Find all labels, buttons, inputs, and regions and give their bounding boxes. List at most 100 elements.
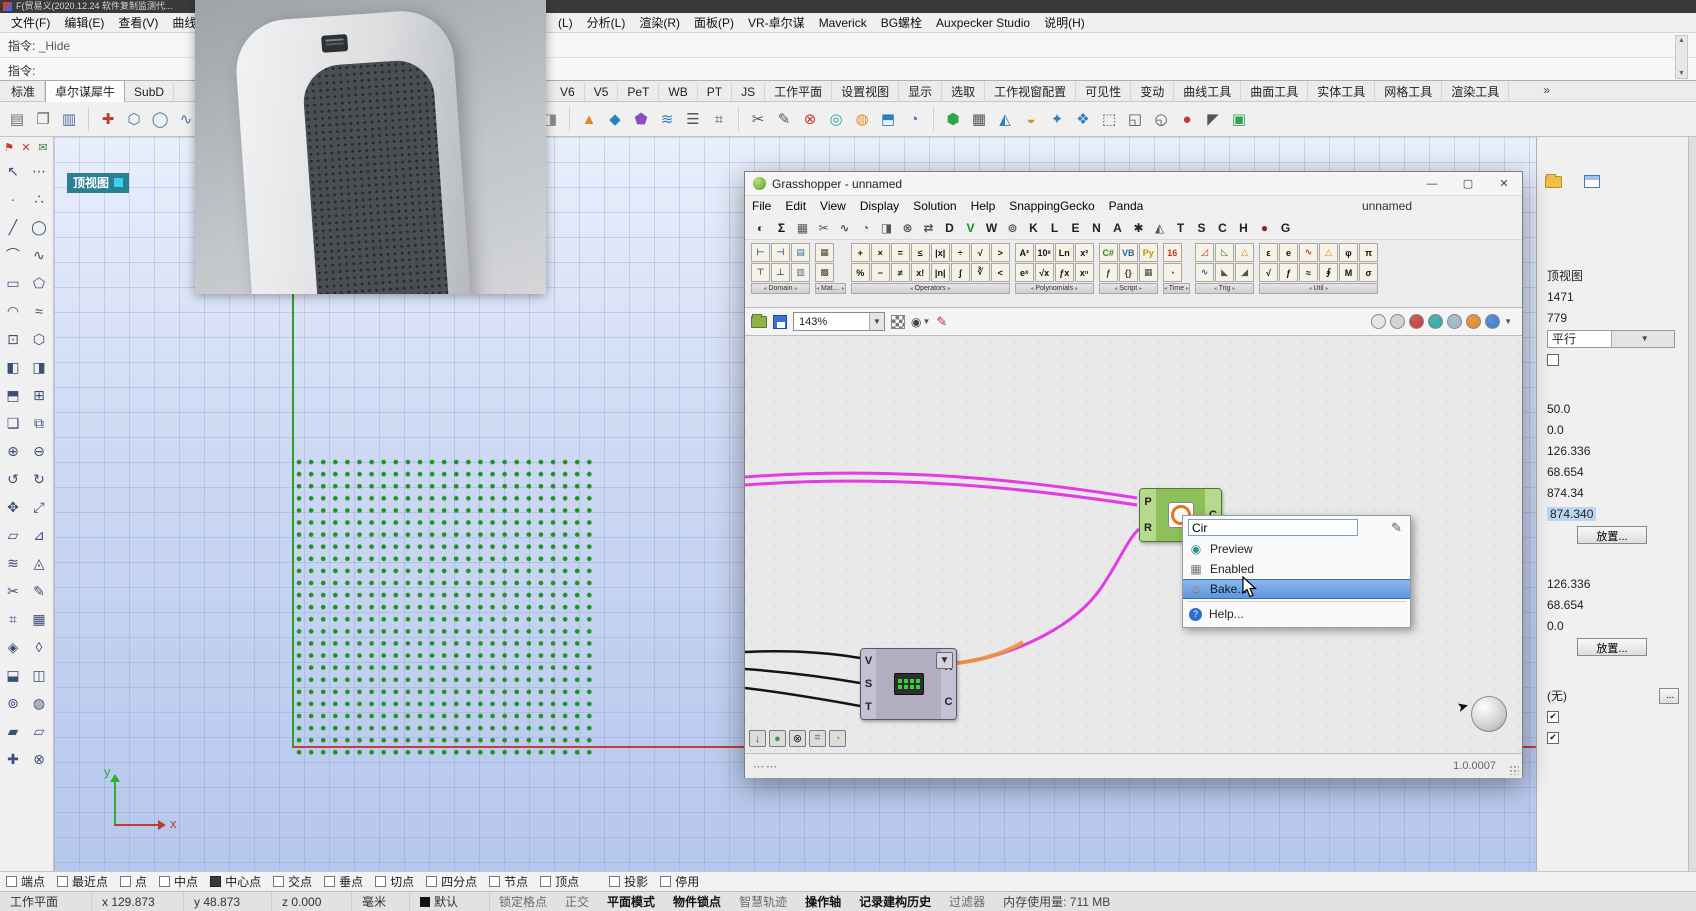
menu-item-r0[interactable]: (L) — [551, 16, 580, 30]
osnap-checkbox[interactable] — [540, 876, 552, 887]
gh-group-label[interactable]: ◂ Operators ▸ — [850, 283, 1010, 294]
gh-category-tab-17[interactable]: A — [1108, 218, 1127, 237]
side-tool-icon-6[interactable]: ⌒ — [0, 241, 26, 269]
side-tool-icon-41[interactable]: ▱ — [26, 717, 52, 745]
prop-checkbox[interactable]: ✔ — [1547, 731, 1559, 744]
gh-component-icon-1-0[interactable]: ▦ — [815, 243, 834, 262]
menu-item-r5[interactable]: Maverick — [812, 16, 874, 30]
gh-category-tab-7[interactable]: ⊗ — [898, 218, 917, 237]
osnap-checkbox[interactable] — [660, 876, 672, 887]
side-tool-icon-34[interactable]: ◈ — [0, 633, 26, 661]
gh-component-icon-2-3[interactable]: ≤ — [910, 243, 930, 262]
gh-component-icon-0-2[interactable]: ▤ — [791, 243, 810, 262]
toolbar-icon-35[interactable]: ◍ — [849, 106, 875, 132]
side-tool-icon-22[interactable]: ↺ — [0, 465, 26, 493]
resize-grip[interactable] — [1509, 765, 1519, 775]
gh-component-icon-0-1[interactable]: ⊣ — [771, 243, 790, 262]
toolbar-tab-r7[interactable]: 设置视图 — [832, 81, 900, 102]
mail-icon[interactable]: ✉ — [35, 139, 51, 155]
side-tool-icon-36[interactable]: ⬓ — [0, 661, 26, 689]
gh-component-icon-2-0[interactable]: + — [850, 243, 870, 262]
osnap-checkbox[interactable] — [324, 876, 336, 887]
input-pin-P[interactable]: P — [1144, 496, 1151, 508]
gh-component-icon-0-5[interactable]: ▥ — [791, 263, 810, 282]
gh-category-tab-20[interactable]: T — [1171, 218, 1190, 237]
gh-component-icon-3-1[interactable]: 10ˣ — [1034, 243, 1054, 262]
command-prompt-line[interactable]: 指令: — [8, 62, 35, 79]
gh-group-label[interactable]: ◂ Mat… ▸ — [815, 283, 846, 294]
panel-scrollbar[interactable] — [1688, 137, 1696, 871]
gh-component-icon-2-14[interactable]: ∛ — [970, 263, 990, 282]
gh-component-icon-2-4[interactable]: |x| — [930, 243, 950, 262]
menu-item-r4[interactable]: VR-卓尔谋 — [741, 14, 812, 31]
side-tool-icon-32[interactable]: ⌗ — [0, 605, 26, 633]
place-button[interactable]: 放置... — [1577, 637, 1647, 656]
menu-item-bake[interactable]: ♨ Bake... — [1183, 579, 1410, 599]
preview-sphere-icon-0[interactable] — [1371, 314, 1387, 329]
gh-menu-display[interactable]: Display — [853, 199, 906, 213]
gh-category-tab-6[interactable]: ◨ — [877, 218, 896, 237]
status-toggle-5[interactable]: 操作轴 — [796, 893, 850, 910]
gh-menu-help[interactable]: Help — [964, 199, 1003, 213]
menu-item-r2[interactable]: 渲染(R) — [632, 14, 687, 31]
chevron-down-icon[interactable]: ▼ — [1610, 330, 1674, 347]
osnap-checkbox[interactable] — [273, 876, 285, 887]
toolbar-icon-43[interactable]: ✦ — [1044, 106, 1070, 132]
tab-overflow-chevron[interactable]: » — [1543, 83, 1550, 97]
cplane-button[interactable]: 工作平面 — [0, 892, 92, 911]
toolbar-tab-1[interactable]: 卓尔谋犀牛 — [45, 80, 126, 103]
gh-component-icon-2-8[interactable]: % — [850, 263, 870, 282]
toolbar-tab-r6[interactable]: 工作平面 — [765, 81, 833, 102]
gh-component-icon-2-9[interactable]: − — [870, 263, 890, 282]
status-toggle-7[interactable]: 过滤器 — [940, 893, 994, 910]
osnap-0[interactable]: 端点 — [6, 873, 45, 890]
input-pin-R[interactable]: R — [1144, 522, 1152, 534]
toolbar-icon-49[interactable]: ◤ — [1200, 106, 1226, 132]
gh-menu-snappinggecko[interactable]: SnappingGecko — [1002, 199, 1101, 213]
gh-component-icon-7-11[interactable]: σ — [1359, 263, 1379, 282]
side-tool-icon-33[interactable]: ▦ — [26, 605, 52, 633]
input-pin-T[interactable]: T — [865, 701, 872, 713]
disable-badge[interactable]: ⊗ — [789, 730, 806, 747]
toolbar-icon-44[interactable]: ❖ — [1070, 106, 1096, 132]
toolbar-icon-40[interactable]: ▦ — [966, 106, 992, 132]
gh-component-icon-6-1[interactable]: ◺ — [1215, 243, 1235, 262]
osnap-4[interactable]: 中心点 — [210, 873, 261, 890]
gh-category-tab-15[interactable]: E — [1066, 218, 1085, 237]
gh-category-tab-2[interactable]: ▦ — [793, 218, 812, 237]
side-tool-icon-11[interactable]: ≈ — [26, 297, 52, 325]
osnap-checkbox[interactable] — [57, 876, 69, 887]
gh-menu-file[interactable]: File — [745, 199, 778, 213]
osnap-checkbox[interactable] — [6, 876, 17, 887]
gh-component-icon-7-10[interactable]: M — [1339, 263, 1359, 282]
toolbar-icon-42[interactable]: ◒ — [1018, 106, 1044, 132]
gh-menu-view[interactable]: View — [813, 199, 853, 213]
gh-group-label[interactable]: ◂ Util ▸ — [1259, 283, 1379, 294]
side-tool-icon-3[interactable]: ∴ — [26, 185, 52, 213]
side-tool-icon-20[interactable]: ⊕ — [0, 437, 26, 465]
toolbar-icon-27[interactable]: ≋ — [654, 106, 680, 132]
side-tool-icon-17[interactable]: ⊞ — [26, 381, 52, 409]
status-toggle-4[interactable]: 智慧轨迹 — [730, 893, 796, 910]
side-tool-icon-26[interactable]: ▱ — [0, 521, 26, 549]
gh-category-tab-24[interactable]: ● — [1255, 218, 1274, 237]
side-tool-icon-13[interactable]: ⬡ — [26, 325, 52, 353]
status-toggle-0[interactable]: 锁定格点 — [490, 893, 556, 910]
osnap-9[interactable]: 节点 — [489, 873, 528, 890]
side-tool-icon-29[interactable]: ◬ — [26, 549, 52, 577]
grid-badge[interactable]: ⌗ — [809, 730, 826, 747]
toolbar-tab-r4[interactable]: PT — [698, 82, 733, 101]
gh-component-icon-2-7[interactable]: > — [990, 243, 1010, 262]
place-button[interactable]: 放置... — [1577, 525, 1647, 544]
gh-category-tab-1[interactable]: Σ — [772, 218, 791, 237]
input-pin-S[interactable]: S — [865, 678, 872, 690]
toolbar-icon-31[interactable]: ✂ — [745, 106, 771, 132]
side-tool-icon-9[interactable]: ⬠ — [26, 269, 52, 297]
toolbar-tab-r10[interactable]: 工作视窗配置 — [985, 81, 1077, 102]
side-tool-icon-28[interactable]: ≋ — [0, 549, 26, 577]
gh-menu-solution[interactable]: Solution — [906, 199, 963, 213]
osnap-12[interactable]: 停用 — [660, 873, 699, 890]
toolbar-tab-r0[interactable]: V6 — [551, 82, 585, 101]
toolbar-tab-2[interactable]: SubD — [125, 82, 175, 101]
osnap-checkbox[interactable] — [489, 876, 501, 887]
